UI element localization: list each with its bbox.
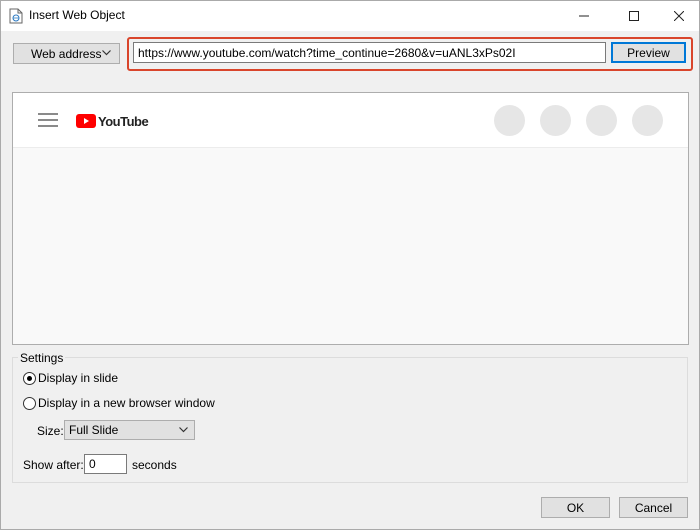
web-preview-pane[interactable]: YouTube bbox=[12, 92, 689, 345]
title-bar: Insert Web Object bbox=[1, 1, 699, 31]
seconds-label: seconds bbox=[132, 458, 177, 472]
chevron-down-icon bbox=[102, 50, 111, 56]
window-title: Insert Web Object bbox=[29, 8, 125, 22]
show-after-label: Show after: bbox=[23, 458, 84, 472]
minimize-icon bbox=[579, 15, 589, 17]
url-input[interactable] bbox=[133, 42, 606, 63]
web-page-icon bbox=[9, 8, 23, 24]
radio-display-in-browser[interactable]: Display in a new browser window bbox=[23, 396, 215, 410]
youtube-play-icon bbox=[76, 114, 96, 128]
placeholder-circle bbox=[586, 105, 617, 136]
youtube-logo-text: YouTube bbox=[98, 113, 149, 129]
size-dropdown[interactable]: Full Slide bbox=[64, 420, 195, 440]
youtube-logo: YouTube bbox=[76, 112, 149, 130]
hamburger-menu-icon bbox=[38, 113, 58, 127]
radio-label: Display in slide bbox=[38, 371, 119, 385]
address-type-dropdown[interactable]: Web address bbox=[13, 43, 120, 64]
chevron-down-icon bbox=[179, 427, 188, 433]
maximize-button[interactable] bbox=[611, 1, 657, 31]
close-button[interactable] bbox=[656, 1, 700, 31]
insert-web-object-dialog: Insert Web Object Web address Preview bbox=[0, 0, 700, 530]
show-after-input[interactable]: 0 bbox=[84, 454, 127, 474]
placeholder-circle bbox=[632, 105, 663, 136]
preview-button[interactable]: Preview bbox=[611, 42, 686, 63]
radio-button-checked[interactable] bbox=[23, 371, 36, 385]
radio-display-in-slide[interactable]: Display in slide bbox=[23, 371, 118, 385]
radio-button[interactable] bbox=[23, 396, 36, 410]
placeholder-circle bbox=[494, 105, 525, 136]
maximize-icon bbox=[629, 11, 639, 21]
ok-button[interactable]: OK bbox=[541, 497, 610, 518]
radio-label: Display in a new browser window bbox=[38, 396, 215, 410]
settings-legend: Settings bbox=[18, 351, 66, 365]
cancel-button[interactable]: Cancel bbox=[619, 497, 688, 518]
address-type-label: Web address bbox=[31, 46, 102, 61]
minimize-button[interactable] bbox=[561, 1, 607, 31]
placeholder-circle bbox=[540, 105, 571, 136]
size-label: Size: bbox=[37, 424, 64, 438]
size-value: Full Slide bbox=[69, 423, 119, 437]
close-icon bbox=[674, 11, 684, 21]
youtube-header: YouTube bbox=[13, 93, 688, 148]
